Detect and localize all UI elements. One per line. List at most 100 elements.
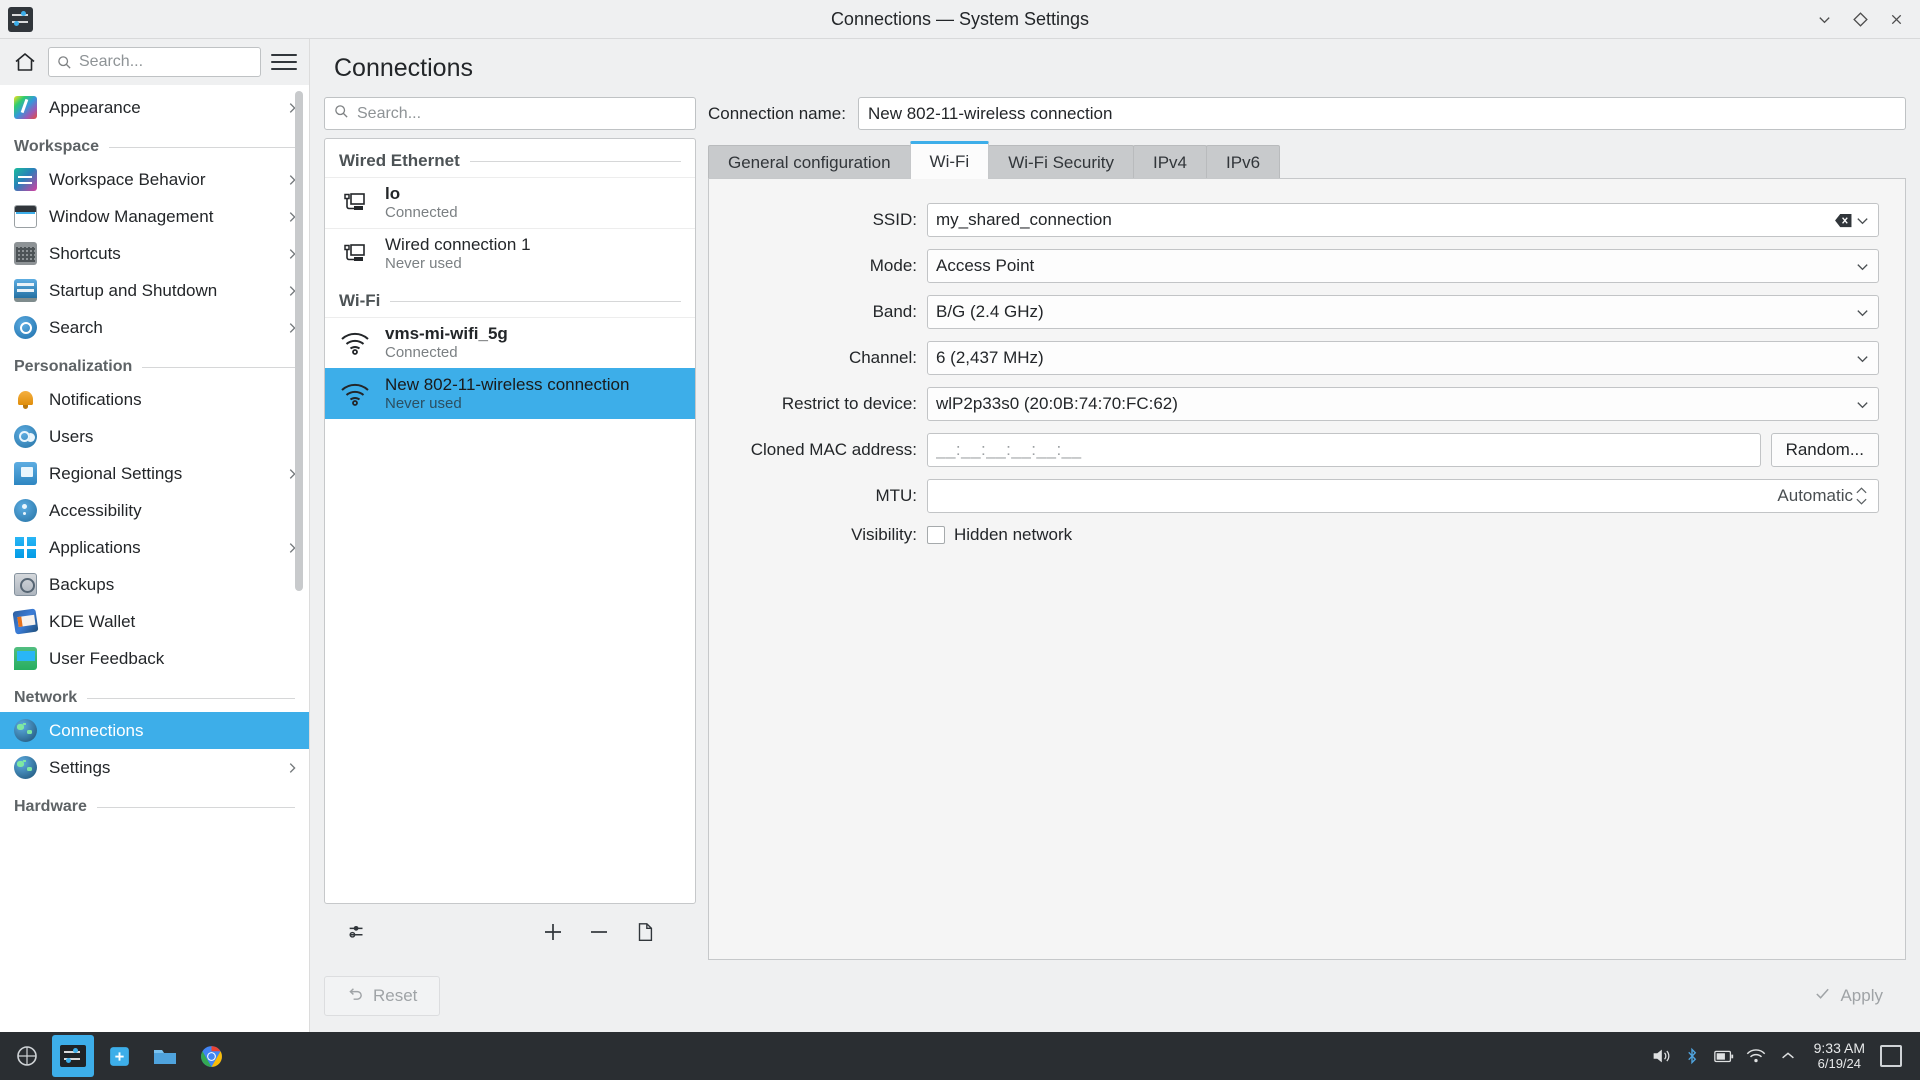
application-launcher[interactable]	[6, 1035, 48, 1077]
sidebar-item-appearance[interactable]: Appearance	[0, 89, 309, 126]
mode-value: Access Point	[936, 256, 1035, 275]
configure-button[interactable]	[334, 913, 380, 951]
chevron-down-icon[interactable]	[1854, 213, 1870, 228]
tab-general-configuration[interactable]: General configuration	[708, 145, 911, 179]
channel-combobox[interactable]: 6 (2,437 MHz)	[927, 341, 1879, 375]
connection-list-item[interactable]: New 802-11-wireless connection Never used	[325, 368, 695, 419]
connection-search[interactable]	[324, 97, 696, 130]
clear-text-icon[interactable]	[1832, 213, 1854, 228]
sidebar-search-input[interactable]	[79, 53, 252, 71]
maximize-button[interactable]	[1842, 3, 1878, 35]
sidebar-item-startup-and-shutdown[interactable]: Startup and Shutdown	[0, 272, 309, 309]
tab-ipv4[interactable]: IPv4	[1132, 145, 1208, 179]
sidebar-item-shortcuts[interactable]: Shortcuts	[0, 235, 309, 272]
remove-connection-button[interactable]	[576, 913, 622, 951]
mtu-spinbox[interactable]: Automatic	[927, 479, 1879, 513]
ssid-label: SSID:	[872, 210, 917, 229]
tab-wi-fi[interactable]: Wi-Fi	[909, 141, 990, 179]
sidebar-item-label: User Feedback	[49, 648, 165, 668]
sidebar-item-accessibility[interactable]: Accessibility	[0, 492, 309, 529]
connection-group-label: Wi-Fi	[339, 291, 381, 310]
cloned-mac-row: Cloned MAC address: __:__:__:__:__:__ Ra…	[719, 433, 1879, 467]
system-settings-task[interactable]	[52, 1035, 94, 1077]
search-icon	[14, 316, 37, 339]
minimize-button[interactable]	[1806, 3, 1842, 35]
tab-wi-fi-security[interactable]: Wi-Fi Security	[988, 145, 1134, 179]
bluetooth-icon[interactable]	[1677, 1041, 1707, 1071]
random-mac-button[interactable]: Random...	[1770, 433, 1879, 467]
close-button[interactable]	[1878, 3, 1914, 35]
spinner-up-down-icon[interactable]	[1853, 486, 1870, 506]
sidebar-item-kde-wallet[interactable]: KDE Wallet	[0, 603, 309, 640]
sidebar-item-user-feedback[interactable]: User Feedback	[0, 640, 309, 677]
sidebar-item-label: Window Management	[49, 206, 214, 226]
chevron-right-icon	[285, 761, 299, 775]
connection-name-input[interactable]: New 802-11-wireless connection	[857, 97, 1906, 130]
chevron-down-icon[interactable]	[1854, 397, 1870, 412]
file-manager-task[interactable]	[144, 1035, 186, 1077]
volume-icon[interactable]	[1645, 1041, 1675, 1071]
connection-name: New 802-11-wireless connection	[385, 375, 630, 394]
hidden-network-checkbox[interactable]	[927, 526, 945, 544]
export-connection-button[interactable]	[622, 913, 668, 951]
connection-list-item[interactable]: lo Connected	[325, 177, 695, 228]
sidebar-item-settings[interactable]: Settings	[0, 749, 309, 786]
restrict-to-device-combobox[interactable]: wlP2p33s0 (20:0B:74:70:FC:62)	[927, 387, 1879, 421]
web-browser-task[interactable]	[190, 1035, 232, 1077]
mode-row: Mode: Access Point	[719, 249, 1879, 283]
apply-button[interactable]: Apply	[1791, 976, 1906, 1016]
chevron-down-icon[interactable]	[1854, 351, 1870, 366]
clock-date: 6/19/24	[1817, 1055, 1861, 1071]
connection-status: Never used	[385, 255, 462, 273]
sidebar-item-label: Workspace Behavior	[49, 169, 206, 189]
ssid-combobox[interactable]: my_shared_connection	[927, 203, 1879, 237]
connection-search-input[interactable]	[357, 104, 686, 123]
connection-list-item[interactable]: vms-mi-wifi_5g Connected	[325, 317, 695, 368]
software-center-task[interactable]	[98, 1035, 140, 1077]
mtu-row: MTU: Automatic	[719, 479, 1879, 513]
show-hidden-icon[interactable]	[1773, 1041, 1803, 1071]
chevron-down-icon[interactable]	[1854, 259, 1870, 274]
reset-button[interactable]: Reset	[324, 976, 441, 1016]
sidebar-item-label: Search	[49, 317, 103, 337]
globe-icon	[14, 719, 37, 742]
sidebar-item-workspace-behavior[interactable]: Workspace Behavior	[0, 161, 309, 198]
sidebar-item-connections[interactable]: Connections	[0, 712, 309, 749]
startup-shutdown-icon	[14, 279, 37, 302]
tab-label: IPv4	[1152, 152, 1188, 172]
divider	[109, 146, 295, 148]
tab-bar: General configuration Wi-Fi Wi-Fi Security…	[708, 141, 1906, 179]
split-view: Wired EthernetloConnectedWired connectio…	[310, 97, 1920, 960]
clock[interactable]: 9:33 AM 6/19/24	[1805, 1040, 1874, 1071]
window-body: Appearance Workspace Workspace Behavior Win…	[0, 39, 1920, 1032]
sidebar-item-regional-settings[interactable]: Regional Settings	[0, 455, 309, 492]
chevron-down-icon[interactable]	[1854, 305, 1870, 320]
sidebar-item-label: Connections	[49, 720, 144, 740]
kde-wallet-icon	[12, 608, 39, 635]
sidebar-item-window-management[interactable]: Window Management	[0, 198, 309, 235]
band-combobox[interactable]: B/G (2.4 GHz)	[927, 295, 1879, 329]
battery-icon[interactable]	[1709, 1041, 1739, 1071]
sidebar-item-users[interactable]: Users	[0, 418, 309, 455]
cloned-mac-input[interactable]: __:__:__:__:__:__	[927, 433, 1761, 467]
title-bar: Connections — System Settings	[0, 0, 1920, 39]
ssid-row: SSID: my_shared_connection	[719, 203, 1879, 237]
tab-ipv6[interactable]: IPv6	[1206, 145, 1281, 179]
sidebar-search[interactable]	[48, 47, 261, 77]
connection-name: lo	[385, 184, 401, 203]
show-desktop-icon[interactable]	[1876, 1041, 1906, 1071]
mode-combobox[interactable]: Access Point	[927, 249, 1879, 283]
hamburger-icon[interactable]	[271, 51, 297, 73]
home-icon[interactable]	[12, 49, 38, 75]
app-icon	[8, 6, 33, 32]
connection-list-item[interactable]: Wired connection 1 Never used	[325, 228, 695, 279]
sidebar-scrollbar[interactable]	[295, 91, 303, 591]
sidebar-item-backups[interactable]: Backups	[0, 566, 309, 603]
sidebar-item-applications[interactable]: Applications	[0, 529, 309, 566]
sidebar-item-notifications[interactable]: Notifications	[0, 381, 309, 418]
sidebar-item-search[interactable]: Search	[0, 309, 309, 346]
notifications-bell-icon	[14, 388, 37, 411]
add-connection-button[interactable]	[530, 913, 576, 951]
network-icon[interactable]	[1741, 1041, 1771, 1071]
connection-status: Never used	[385, 395, 462, 413]
